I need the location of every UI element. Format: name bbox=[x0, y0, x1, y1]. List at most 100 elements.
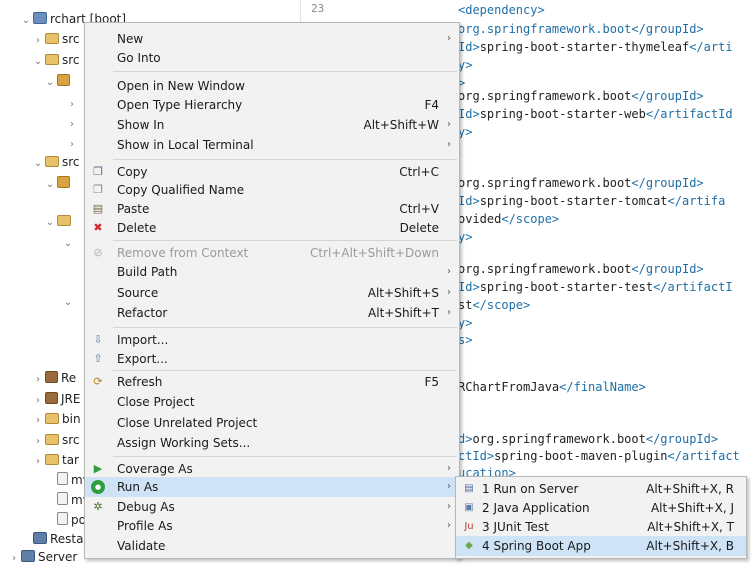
menu-item-show-in-local-terminal[interactable]: Show in Local Terminal › bbox=[85, 135, 459, 155]
explorer-item[interactable]: ⌄ src bbox=[32, 152, 80, 172]
menu-item-new[interactable]: New › bbox=[85, 29, 459, 49]
menu-item-coverage-as[interactable]: ▶ Coverage As › bbox=[85, 459, 459, 479]
context-menu: New › Go Into Open in New Window Open Type H… bbox=[84, 22, 460, 559]
paste-icon: ▤ bbox=[92, 202, 104, 215]
explorer-item[interactable]: Restar bbox=[20, 529, 88, 549]
run-as-item-junit[interactable]: Ju 3 JUnit Test Alt+Shift+X, T bbox=[456, 517, 746, 537]
chevron-right-icon[interactable]: › bbox=[32, 411, 44, 431]
code-line: Id>spring-boot-starter-thymeleaf</arti bbox=[458, 38, 733, 56]
run-as-item-label: 4 Spring Boot App bbox=[482, 539, 591, 553]
menu-item-export[interactable]: ⇧ Export... bbox=[85, 349, 459, 369]
menu-item-validate[interactable]: Validate bbox=[85, 536, 459, 556]
explorer-item[interactable]: › bbox=[66, 133, 78, 153]
explorer-item[interactable] bbox=[62, 346, 74, 366]
code-line: org.springframework.boot</groupId> bbox=[458, 87, 704, 105]
menu-item-show-in[interactable]: Show In Alt+Shift+W › bbox=[85, 115, 459, 135]
explorer-item[interactable]: › bbox=[66, 93, 78, 113]
run-as-item-shortcut: Alt+Shift+X, R bbox=[646, 482, 734, 496]
explorer-item[interactable]: › tar bbox=[32, 450, 79, 470]
chevron-right-icon[interactable]: › bbox=[32, 370, 44, 390]
menu-item-copy[interactable]: ❐ Copy Ctrl+C bbox=[85, 162, 459, 182]
chevron-down-icon[interactable]: ⌄ bbox=[62, 234, 74, 254]
run-as-item-shortcut: Alt+Shift+X, B bbox=[646, 539, 734, 553]
folder-icon bbox=[57, 215, 71, 226]
code-token: spring-boot-starter-thymeleaf bbox=[479, 40, 690, 54]
menu-item-source[interactable]: Source Alt+Shift+S › bbox=[85, 283, 459, 303]
menu-item-shortcut: Ctrl+C bbox=[399, 165, 439, 179]
menu-item-copy-qualified-name[interactable]: ❐ Copy Qualified Name bbox=[85, 180, 459, 200]
junit-icon: Ju bbox=[464, 521, 474, 532]
folder-icon bbox=[45, 413, 59, 424]
coverage-icon: ▶ bbox=[93, 462, 103, 475]
menu-item-debug-as[interactable]: ✲ Debug As › bbox=[85, 497, 459, 517]
code-token: st bbox=[458, 298, 473, 312]
explorer-item[interactable]: › src bbox=[32, 430, 80, 450]
explorer-item[interactable]: ⌄ bbox=[62, 291, 74, 311]
chevron-down-icon[interactable]: ⌄ bbox=[62, 293, 74, 313]
explorer-item[interactable]: ⌄ bbox=[44, 211, 74, 231]
chevron-right-icon[interactable]: › bbox=[66, 95, 78, 115]
explorer-item[interactable]: › Re bbox=[32, 368, 76, 388]
menu-item-go-into[interactable]: Go Into bbox=[85, 48, 459, 68]
chevron-right-icon[interactable]: › bbox=[32, 452, 44, 472]
server-run-icon: ▤ bbox=[464, 483, 474, 494]
menu-item-label: Delete bbox=[117, 221, 157, 235]
chevron-down-icon[interactable]: ⌄ bbox=[32, 154, 44, 174]
file-icon bbox=[57, 512, 68, 525]
chevron-right-icon[interactable]: › bbox=[32, 391, 44, 411]
run-as-item-java-app[interactable]: ▣ 2 Java Application Alt+Shift+X, J bbox=[456, 498, 746, 518]
code-token: </groupId> bbox=[631, 89, 704, 103]
run-as-item-label: 2 Java Application bbox=[482, 501, 590, 515]
chevron-down-icon[interactable]: ⌄ bbox=[44, 175, 56, 195]
menu-item-profile-as[interactable]: Profile As › bbox=[85, 516, 459, 536]
menu-item-paste[interactable]: ▤ Paste Ctrl+V bbox=[85, 199, 459, 219]
menu-item-refresh[interactable]: ⟳ Refresh F5 bbox=[85, 372, 459, 392]
menu-item-build-path[interactable]: Build Path › bbox=[85, 262, 459, 282]
code-token: s> bbox=[458, 333, 473, 347]
chevron-down-icon[interactable]: ⌄ bbox=[32, 52, 44, 72]
menu-item-open-in-new-window[interactable]: Open in New Window bbox=[85, 76, 459, 96]
explorer-item[interactable]: mv bbox=[44, 470, 90, 490]
chevron-right-icon[interactable]: › bbox=[32, 31, 44, 51]
chevron-down-icon[interactable]: ⌄ bbox=[44, 213, 56, 233]
folder-icon bbox=[45, 434, 59, 445]
explorer-item[interactable]: ⌄ bbox=[62, 232, 74, 252]
run-as-item-shortcut: Alt+Shift+X, J bbox=[650, 501, 734, 515]
explorer-item[interactable]: po bbox=[44, 510, 86, 530]
menu-item-assign-working-sets[interactable]: Assign Working Sets... bbox=[85, 433, 459, 453]
code-token: y> bbox=[458, 230, 473, 244]
explorer-item[interactable]: ⌄ src bbox=[32, 50, 80, 70]
menu-item-import[interactable]: ⇩ Import... bbox=[85, 330, 459, 350]
menu-item-close-unrelated-project[interactable]: Close Unrelated Project bbox=[85, 413, 459, 433]
explorer-item-label: Restar bbox=[50, 532, 89, 546]
folder-icon bbox=[45, 33, 59, 44]
explorer-item[interactable]: ⌄ bbox=[44, 71, 73, 91]
chevron-down-icon[interactable]: ⌄ bbox=[20, 11, 32, 31]
explorer-item[interactable]: ⌄ bbox=[44, 173, 73, 193]
chevron-right-icon: › bbox=[447, 33, 451, 44]
explorer-item[interactable]: › bbox=[66, 113, 78, 133]
chevron-down-icon[interactable]: ⌄ bbox=[44, 73, 56, 93]
explorer-item[interactable]: › Server bbox=[8, 547, 77, 567]
chevron-right-icon[interactable]: › bbox=[66, 115, 78, 135]
menu-item-open-type-hierarchy[interactable]: Open Type Hierarchy F4 bbox=[85, 95, 459, 115]
explorer-item[interactable]: › src bbox=[32, 29, 80, 49]
run-as-item-spring-boot[interactable]: ◆ 4 Spring Boot App Alt+Shift+X, B bbox=[456, 536, 746, 556]
chevron-right-icon[interactable]: › bbox=[8, 549, 20, 569]
menu-item-close-project[interactable]: Close Project bbox=[85, 392, 459, 412]
code-line: org.springframework.boot</groupId> bbox=[458, 260, 704, 278]
code-line: Id>spring-boot-starter-tomcat</artifa bbox=[458, 192, 725, 210]
export-icon: ⇧ bbox=[93, 352, 103, 365]
run-as-item-server-run[interactable]: ▤ 1 Run on Server Alt+Shift+X, R bbox=[456, 479, 746, 499]
explorer-item[interactable]: › bin bbox=[32, 409, 81, 429]
menu-item-refactor[interactable]: Refactor Alt+Shift+T › bbox=[85, 303, 459, 323]
explorer-item[interactable]: › JRE bbox=[32, 389, 80, 409]
chevron-right-icon[interactable]: › bbox=[32, 432, 44, 452]
copy-icon: ❐ bbox=[93, 165, 103, 178]
code-token: d> bbox=[458, 432, 473, 446]
explorer-item[interactable]: mv bbox=[44, 490, 90, 510]
menu-item-run-as[interactable]: ● Run As › bbox=[85, 477, 459, 497]
menu-item-delete[interactable]: ✖ Delete Delete bbox=[85, 218, 459, 238]
code-token: spring-boot-starter-web bbox=[479, 107, 646, 121]
code-token: org.springframework.boot bbox=[458, 22, 632, 36]
